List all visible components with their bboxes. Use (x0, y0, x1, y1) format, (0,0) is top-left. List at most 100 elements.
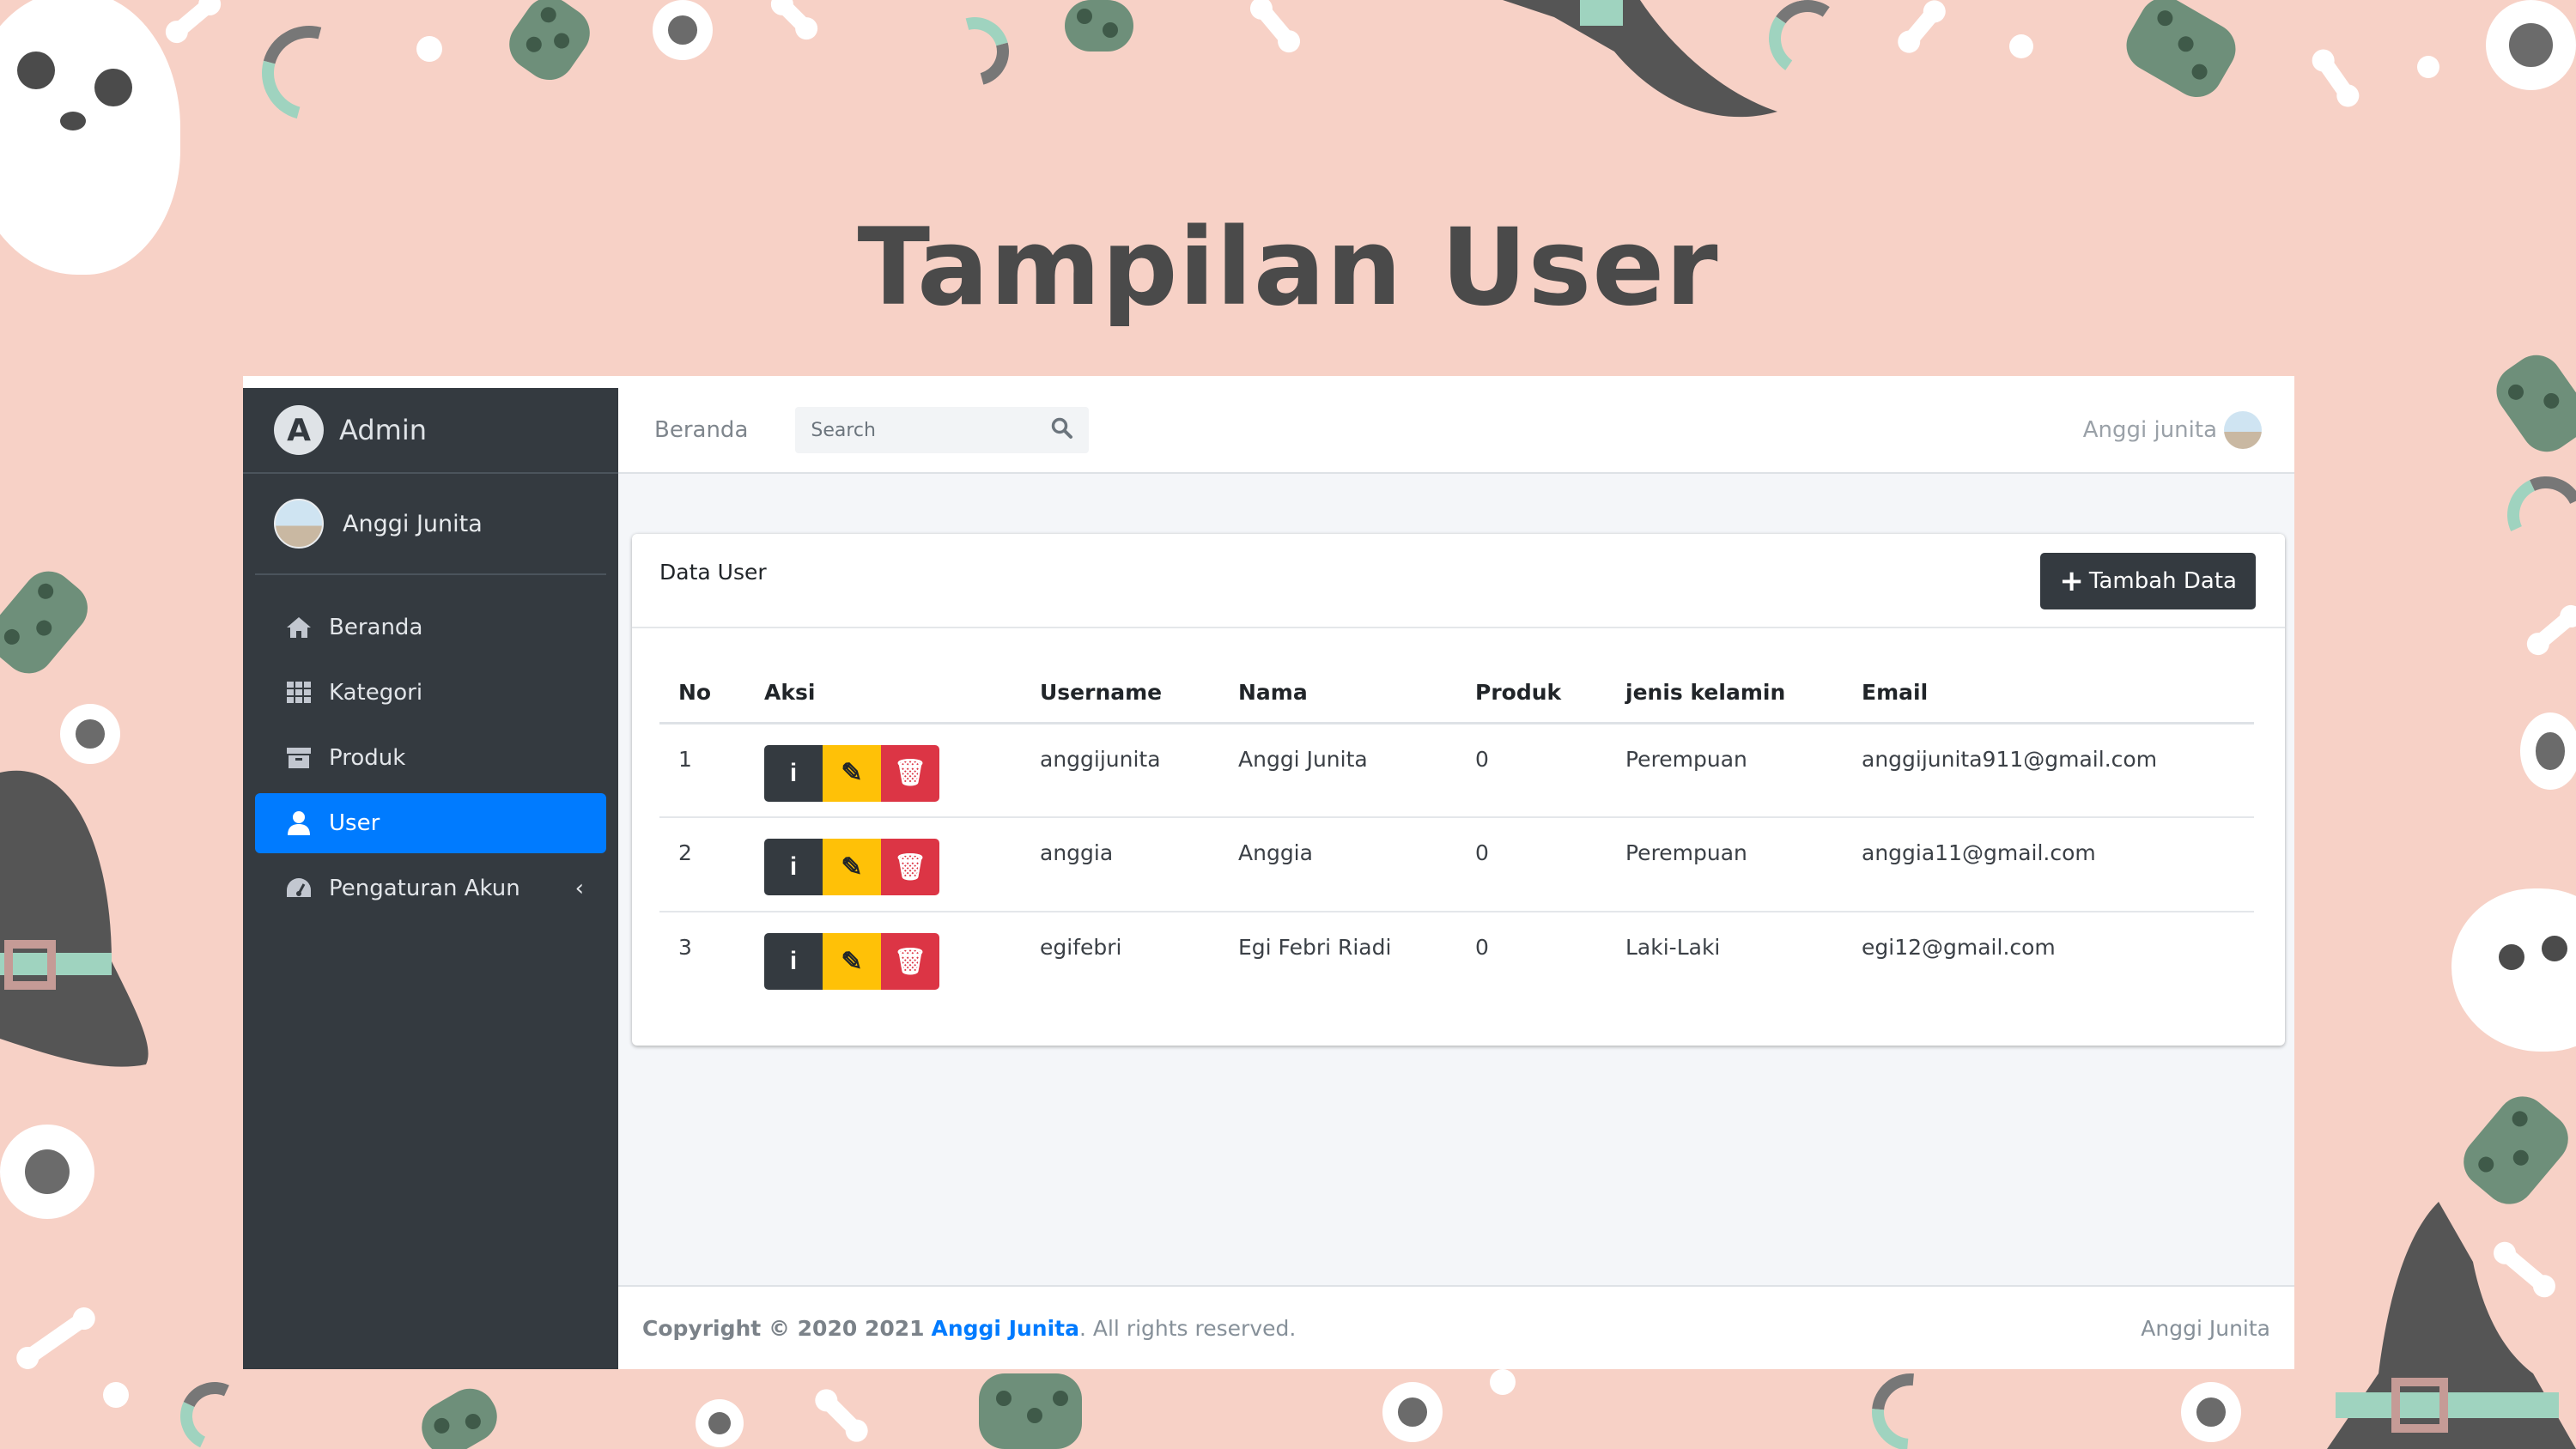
footer-suffix: . All rights reserved. (1078, 1315, 1297, 1341)
delete-button[interactable]: 🗑 (881, 744, 939, 802)
sidebar-item-label: Pengaturan Akun (329, 876, 520, 901)
card-title: Data User (659, 560, 767, 585)
user-table: No Aksi Username Nama Produk jenis kelam… (659, 663, 2254, 1006)
detail-button[interactable]: i (764, 839, 823, 895)
sidebar-item-label: Produk (329, 745, 406, 771)
ghost-decoration (2451, 888, 2576, 1052)
witch-hat-decoration (0, 770, 149, 1067)
bone-decoration (1252, 0, 1298, 50)
cell-produk: 0 (1475, 935, 1489, 960)
column-header: Username (1021, 663, 1219, 724)
topbar-user-name: Anggi junita (2082, 417, 2217, 443)
trash-icon: 🗑 (893, 947, 927, 976)
footer-copyright: Copyright © 2020 2021 (642, 1315, 925, 1341)
cell-username: anggijunita (1021, 723, 1219, 818)
column-header: Aksi (745, 663, 1021, 724)
cell-no: 3 (678, 935, 692, 960)
table-row: 2 i ✎ 🗑 anggia Anggia 0 Perempuan anggia… (659, 817, 2254, 912)
search-box (795, 407, 1090, 453)
cell-email: egi12@gmail.com (1862, 935, 2056, 960)
info-icon: i (789, 947, 798, 975)
add-data-button[interactable]: + Tambah Data (2040, 553, 2256, 609)
worm-decoration (244, 8, 374, 138)
user-panel[interactable]: Anggi Junita (255, 474, 606, 575)
worm-decoration (170, 1372, 259, 1449)
candy-decoration (499, 0, 600, 90)
eyeball-decoration (696, 1399, 744, 1447)
sidebar-item-kategori[interactable]: Kategori (255, 663, 606, 723)
worm-decoration (2496, 465, 2576, 565)
sidebar-item-pengaturan-akun[interactable]: Pengaturan Akun ‹ (255, 858, 606, 919)
info-icon: i (789, 758, 798, 787)
home-icon (284, 615, 313, 640)
bone-decoration (2314, 52, 2357, 104)
user-icon (284, 810, 313, 836)
sidebar-item-beranda[interactable]: Beranda (255, 597, 606, 658)
bone-decoration (168, 0, 218, 41)
bone-decoration (2530, 607, 2576, 653)
footer-brand-link[interactable]: Anggi Junita (931, 1316, 1079, 1341)
candy-decoration (0, 561, 99, 684)
grid-icon (284, 680, 313, 706)
sidebar-item-produk[interactable]: Produk (255, 728, 606, 788)
eyeball-decoration (0, 1125, 94, 1219)
column-header: No (659, 663, 745, 724)
eyeball-decoration (653, 0, 713, 60)
eyeball-decoration (2520, 712, 2576, 790)
cell-email: anggijunita911@gmail.com (1843, 723, 2254, 818)
user-menu[interactable]: Anggi junita (2083, 411, 2262, 449)
table-header-row: No Aksi Username Nama Produk jenis kelam… (659, 663, 2254, 724)
cell-produk: 0 (1456, 817, 1607, 912)
card-header: Data User + Tambah Data (632, 534, 2285, 628)
sidebar-item-label: Kategori (329, 680, 423, 706)
cell-email: anggia11@gmail.com (1843, 817, 2254, 912)
dot-decoration (2009, 34, 2033, 58)
eyeball-decoration (2181, 1382, 2241, 1442)
candy-decoration (2452, 1086, 2576, 1215)
worm-decoration (927, 4, 1022, 99)
admin-app-window: A Admin Anggi Junita Beranda Kategori Pr… (243, 376, 2294, 1369)
delete-button[interactable]: 🗑 (881, 933, 939, 990)
search-icon[interactable] (1051, 417, 1073, 443)
cell-no: 2 (659, 817, 745, 912)
avatar (274, 499, 324, 549)
edit-button[interactable]: ✎ (823, 933, 881, 990)
sidebar-item-user[interactable]: User (255, 793, 606, 853)
cell-nama: Anggia (1219, 817, 1456, 912)
avatar (2224, 411, 2262, 449)
cell-jenis-kelamin: Perempuan (1607, 817, 1843, 912)
cell-username: anggia (1021, 817, 1219, 912)
sidebar-item-label: User (329, 810, 380, 836)
delete-button[interactable]: 🗑 (881, 839, 939, 895)
cell-nama: Egi Febri Riadi (1238, 935, 1392, 960)
edit-icon: ✎ (841, 947, 863, 976)
edit-button[interactable]: ✎ (823, 744, 881, 802)
candy-decoration (979, 1373, 1082, 1449)
topbar-home-link[interactable]: Beranda (654, 417, 748, 443)
archive-icon (284, 745, 313, 771)
sidebar-nav: Beranda Kategori Produk User Pengaturan … (243, 575, 618, 946)
table-row: 1 i ✎ 🗑 anggijunita Anggi Junita 0 Perem… (659, 723, 2254, 818)
detail-button[interactable]: i (764, 933, 823, 990)
eyeball-decoration (1382, 1382, 1443, 1442)
chevron-left-icon: ‹ (574, 876, 584, 901)
footer-right-text: Anggi Junita (2141, 1315, 2270, 1341)
search-input[interactable] (811, 419, 1052, 441)
bone-decoration (817, 1391, 866, 1440)
candy-decoration (2486, 345, 2576, 462)
dot-decoration (2417, 56, 2439, 78)
add-data-label: Tambah Data (2088, 568, 2237, 594)
candy-decoration (2117, 0, 2245, 106)
plus-icon: + (2059, 564, 2084, 598)
data-user-card: Data User + Tambah Data No Aksi Username (632, 534, 2285, 1046)
detail-button[interactable]: i (764, 744, 823, 802)
column-header: jenis kelamin (1607, 663, 1843, 724)
dashboard-icon (284, 876, 313, 901)
sidebar-user-name: Anggi Junita (343, 510, 483, 537)
column-header: Nama (1219, 663, 1456, 724)
cell-nama: Anggi Junita (1219, 723, 1456, 818)
witch-hat-decoration (2327, 1202, 2576, 1449)
edit-button[interactable]: ✎ (823, 839, 881, 895)
dot-decoration (103, 1382, 129, 1408)
brand-link[interactable]: A Admin (243, 388, 618, 474)
